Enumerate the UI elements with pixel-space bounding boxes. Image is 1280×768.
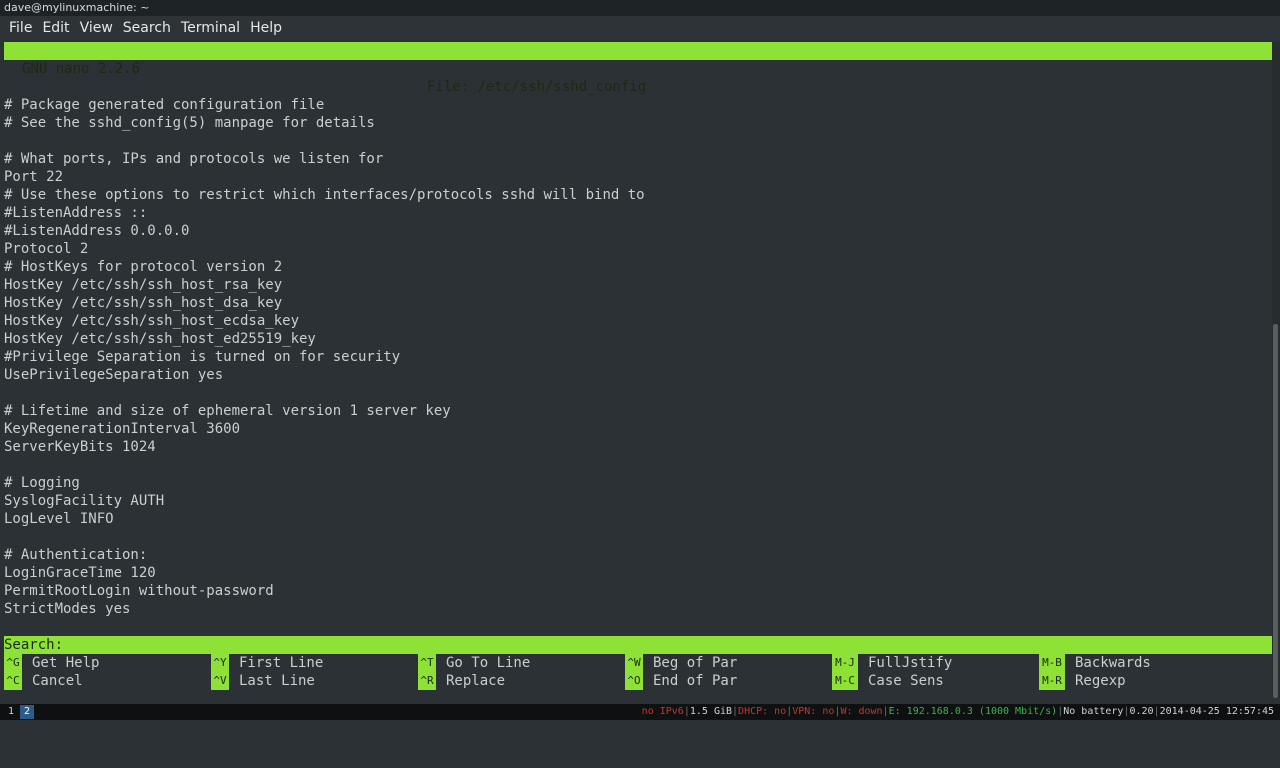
shortcut-key: ^V <box>211 672 229 690</box>
file-line: Protocol 2 <box>4 241 89 257</box>
file-line: SyslogFacility AUTH <box>4 493 165 509</box>
scrollbar-thumb[interactable] <box>1273 324 1278 698</box>
ipv6-status: no IPv6 <box>641 706 684 717</box>
shortcut-item: M-R Regexp <box>1039 672 1126 690</box>
file-line <box>4 132 1272 150</box>
menu-view[interactable]: View <box>75 20 118 36</box>
file-line: # Package generated configuration file <box>4 97 325 113</box>
window-title: dave@mylinuxmachine: ~ <box>0 0 1280 16</box>
shortcut-key: ^T <box>418 654 436 672</box>
menu-file[interactable]: File <box>4 20 37 36</box>
shortcut-label: FullJstify <box>868 655 953 671</box>
file-line: # Logging <box>4 475 80 491</box>
menu-help[interactable]: Help <box>245 20 287 36</box>
file-line: # HostKeys for protocol version 2 <box>4 259 283 275</box>
shortcut-item: ^R Replace <box>418 672 505 690</box>
file-line <box>4 528 1272 546</box>
shortcut-label: Regexp <box>1075 673 1126 689</box>
shortcut-label: Replace <box>446 673 506 689</box>
file-line: # What ports, IPs and protocols we liste… <box>4 151 384 167</box>
file-line: HostKey /etc/ssh/ssh_host_ed25519_key <box>4 331 316 347</box>
shortcut-key: M-R <box>1039 672 1065 690</box>
shortcut-label: Case Sens <box>868 673 944 689</box>
file-line <box>4 618 1272 636</box>
shortcut-label: End of Par <box>653 673 738 689</box>
file-line: Port 22 <box>4 169 64 185</box>
file-line: UsePrivilegeSeparation yes <box>4 367 224 383</box>
battery-status: No battery <box>1063 706 1124 717</box>
file-line: #ListenAddress 0.0.0.0 <box>4 223 190 239</box>
shortcut-item: ^G Get Help <box>4 654 99 672</box>
file-line <box>4 456 1272 474</box>
file-content[interactable]: # Package generated configuration file # … <box>4 78 1272 654</box>
nano-title-bar: GNU nano 2.2.6 File: /etc/ssh/sshd_confi… <box>4 42 1272 95</box>
scrollbar[interactable] <box>1272 42 1280 698</box>
memory-status: 1.5 GiB <box>689 706 733 717</box>
menu-bar: File Edit View Search Terminal Help <box>0 16 1280 40</box>
file-line <box>4 78 1272 96</box>
shortcut-item: ^O End of Par <box>625 672 737 690</box>
file-line: ServerKeyBits 1024 <box>4 439 156 455</box>
shortcut-item: M-J FullJstify <box>832 654 952 672</box>
vpn-status: VPN: no <box>792 706 835 717</box>
shortcut-item: M-C Case Sens <box>832 672 944 690</box>
shortcut-key: ^G <box>4 654 22 672</box>
file-line: HostKey /etc/ssh/ssh_host_rsa_key <box>4 277 283 293</box>
file-line: # See the sshd_config(5) manpage for det… <box>4 115 375 131</box>
file-line: KeyRegenerationInterval 3600 <box>4 421 241 437</box>
shortcut-item: ^C Cancel <box>4 672 83 690</box>
shortcut-label: Cancel <box>32 673 83 689</box>
status-bar: 1 2 no IPv6|1.5 GiB|DHCP: no|VPN: no|W: … <box>0 704 1280 720</box>
file-line: HostKey /etc/ssh/ssh_host_dsa_key <box>4 295 283 311</box>
shortcut-item: M-B Backwards <box>1039 654 1151 672</box>
shortcut-label: Go To Line <box>446 655 531 671</box>
search-prompt-bar[interactable]: Search: <box>4 636 1272 654</box>
clock: 2014-04-25 12:57:45 <box>1159 706 1274 717</box>
menu-terminal[interactable]: Terminal <box>176 20 245 36</box>
ethernet-status: E: 192.168.0.3 (1000 Mbit/s) <box>888 706 1058 717</box>
menu-edit[interactable]: Edit <box>37 20 74 36</box>
wifi-status: W: down <box>840 706 883 717</box>
shortcut-key: M-J <box>832 654 858 672</box>
shortcut-label: Get Help <box>32 655 100 671</box>
terminal-area[interactable]: GNU nano 2.2.6 File: /etc/ssh/sshd_confi… <box>4 42 1272 698</box>
menu-search[interactable]: Search <box>118 20 176 36</box>
shortcut-key: ^C <box>4 672 22 690</box>
status-indicators: no IPv6|1.5 GiB|DHCP: no|VPN: no|W: down… <box>641 706 1274 717</box>
file-line: # Lifetime and size of ephemeral version… <box>4 403 451 419</box>
workspace-2[interactable]: 2 <box>20 705 34 719</box>
shortcut-key: ^R <box>418 672 436 690</box>
shortcut-item: ^V Last Line <box>211 672 315 690</box>
shortcut-label: Beg of Par <box>653 655 738 671</box>
shortcut-key: M-B <box>1039 654 1065 672</box>
dhcp-status: DHCP: no <box>738 706 787 717</box>
file-line: StrictModes yes <box>4 601 131 617</box>
shortcut-item: ^Y First Line <box>211 654 323 672</box>
file-line: # Use these options to restrict which in… <box>4 187 645 203</box>
shortcut-label: First Line <box>239 655 324 671</box>
shortcut-key: ^O <box>625 672 643 690</box>
shortcut-item: ^W Beg of Par <box>625 654 737 672</box>
shortcut-label: Last Line <box>239 673 315 689</box>
shortcut-key: M-C <box>832 672 858 690</box>
shortcut-list: ^G Get Help ^Y First Line ^T Go To Line ^W Beg … <box>4 654 1272 690</box>
file-line: # Authentication: <box>4 547 148 563</box>
file-line: HostKey /etc/ssh/ssh_host_ecdsa_key <box>4 313 300 329</box>
shortcut-label: Backwards <box>1075 655 1151 671</box>
nano-version: GNU nano 2.2.6 <box>22 61 141 77</box>
file-line: #ListenAddress :: <box>4 205 148 221</box>
file-line <box>4 384 1272 402</box>
workspace-1[interactable]: 1 <box>4 705 18 719</box>
search-prompt: Search: <box>4 637 64 653</box>
shortcut-item: ^T Go To Line <box>418 654 530 672</box>
file-line: PermitRootLogin without-password <box>4 583 274 599</box>
shortcut-key: ^Y <box>211 654 229 672</box>
file-line: LogLevel INFO <box>4 511 114 527</box>
load-status: 0.20 <box>1129 706 1154 717</box>
file-line: LoginGraceTime 120 <box>4 565 156 581</box>
shortcut-key: ^W <box>625 654 643 672</box>
file-line: #Privilege Separation is turned on for s… <box>4 349 401 365</box>
